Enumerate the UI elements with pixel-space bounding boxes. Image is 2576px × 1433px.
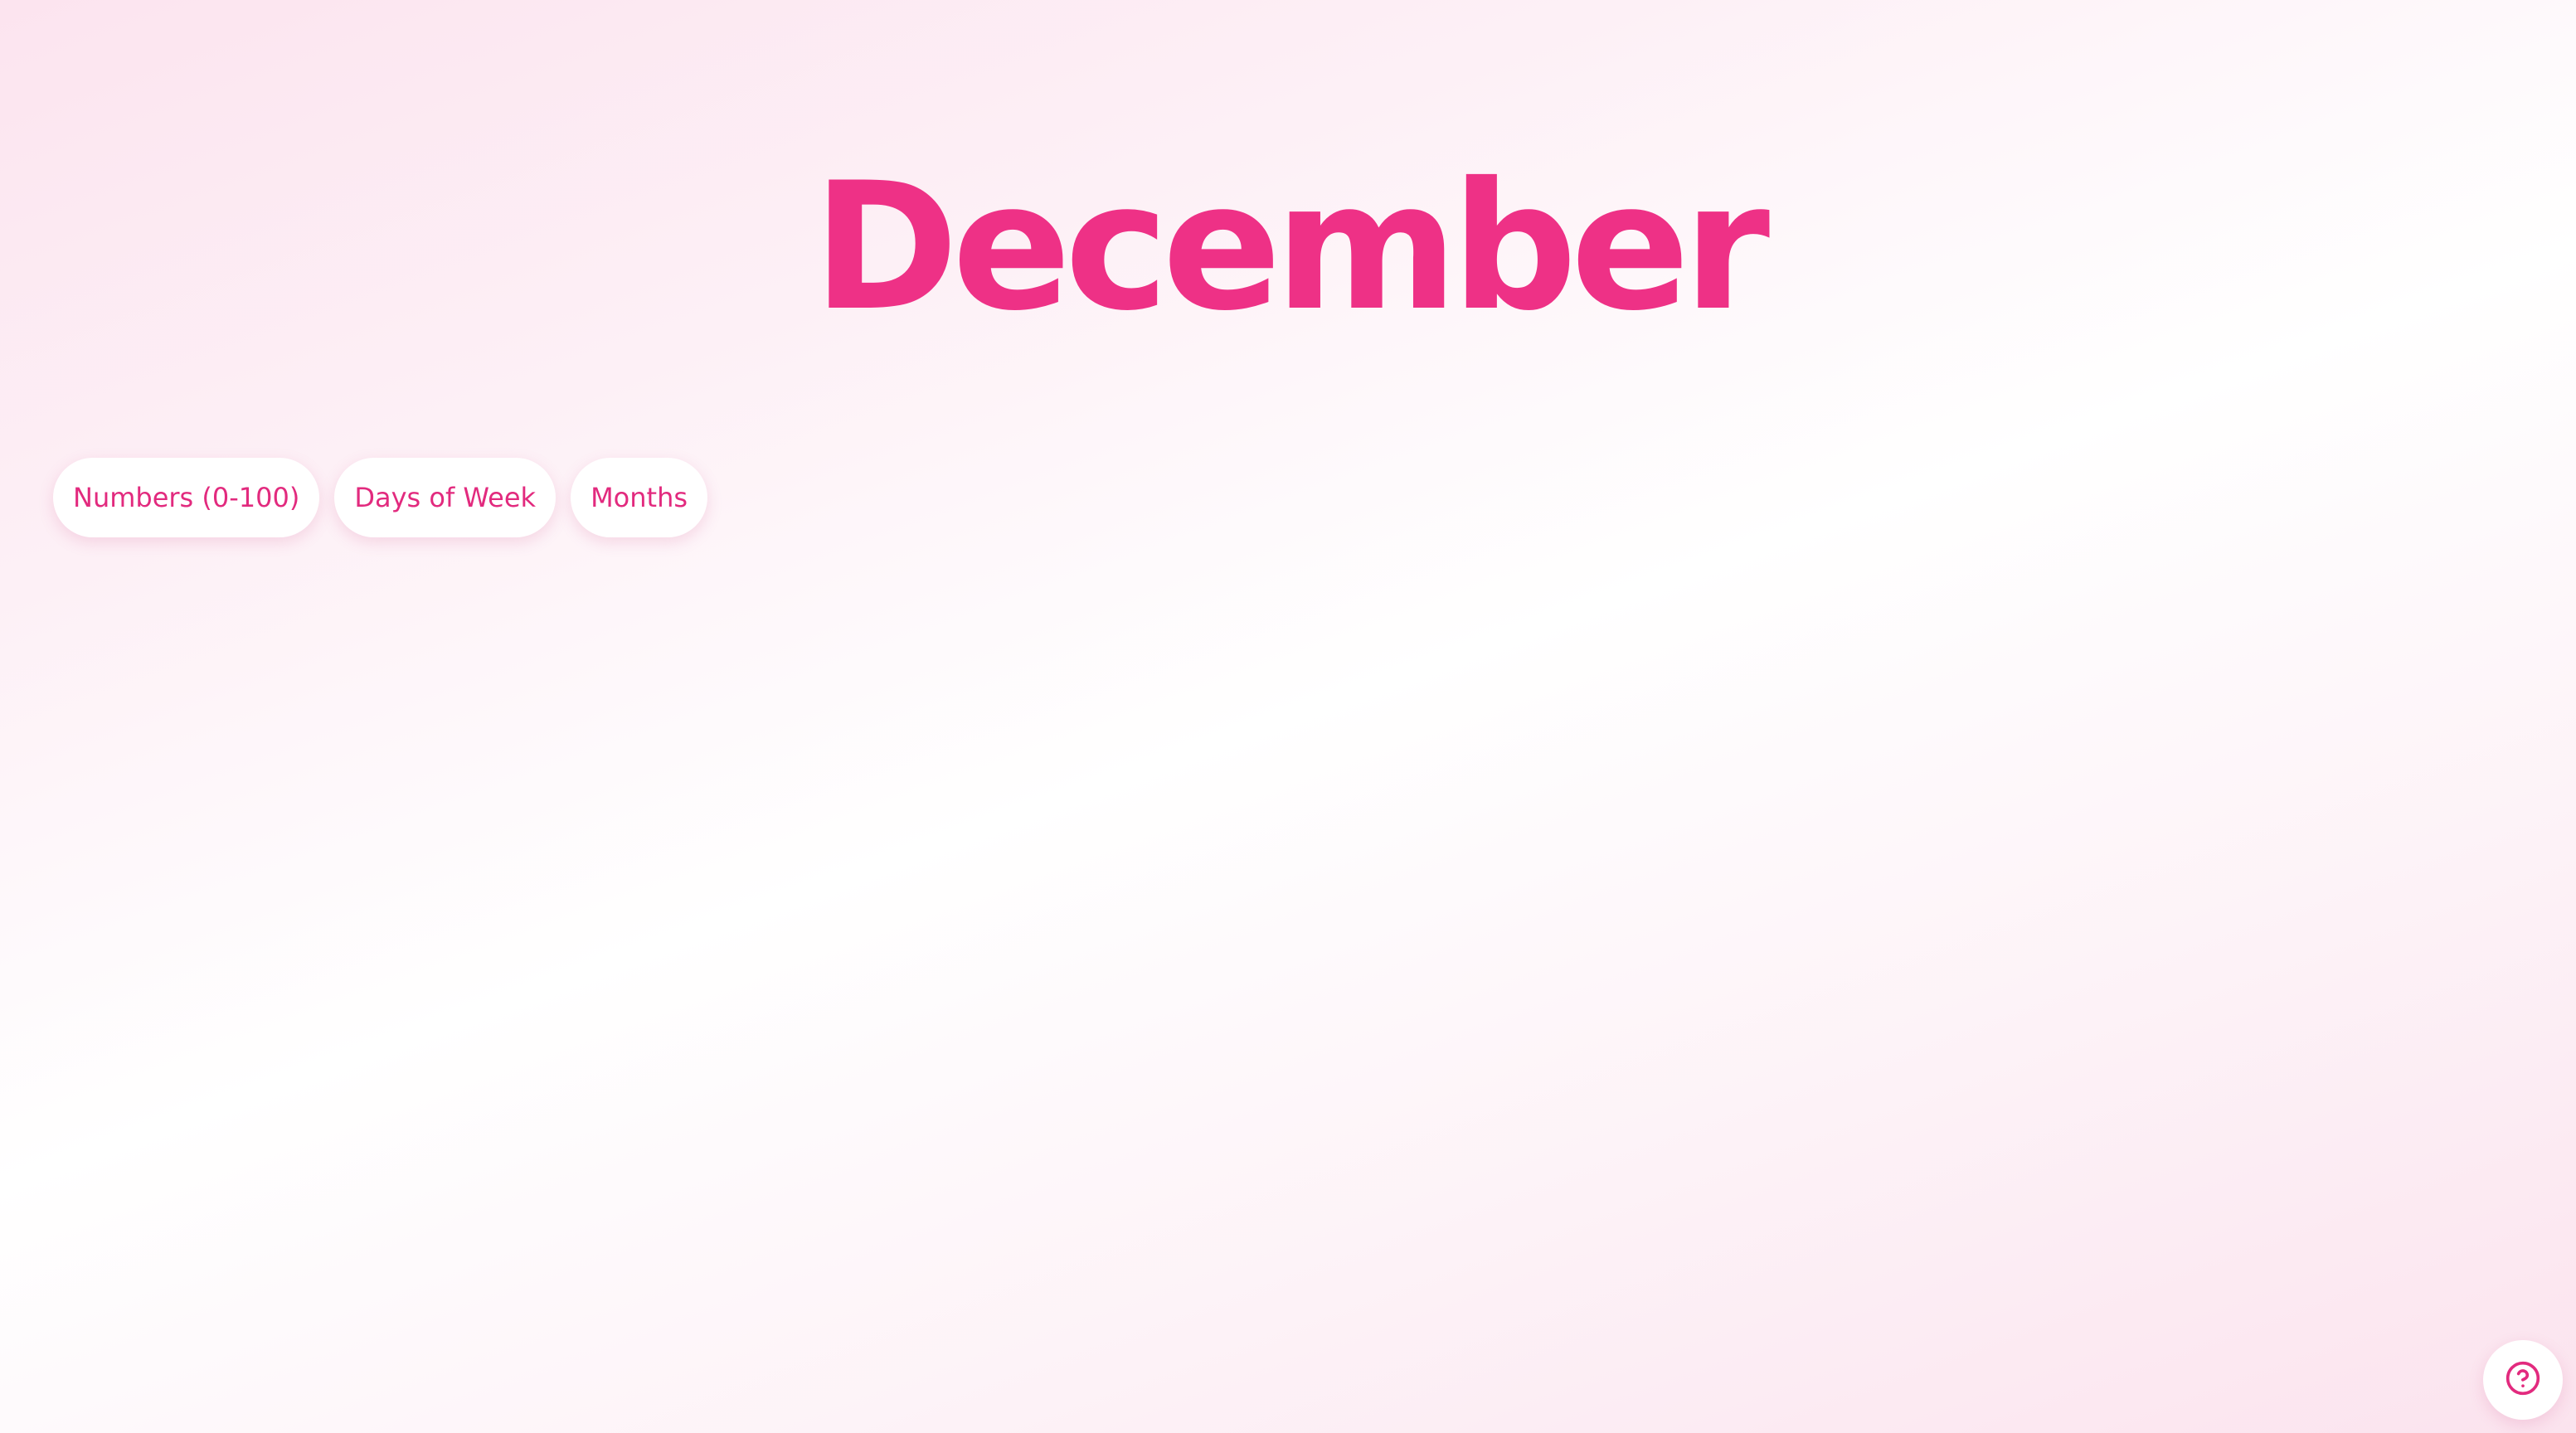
category-months-button[interactable]: Months	[571, 458, 708, 537]
help-circle-icon	[2505, 1360, 2541, 1401]
category-selector: Numbers (0-100) Days of Week Months	[53, 458, 708, 537]
help-button[interactable]	[2483, 1340, 2563, 1420]
current-word: December	[812, 144, 1770, 349]
category-numbers-button[interactable]: Numbers (0-100)	[53, 458, 320, 537]
category-days-of-week-button[interactable]: Days of Week	[334, 458, 557, 537]
